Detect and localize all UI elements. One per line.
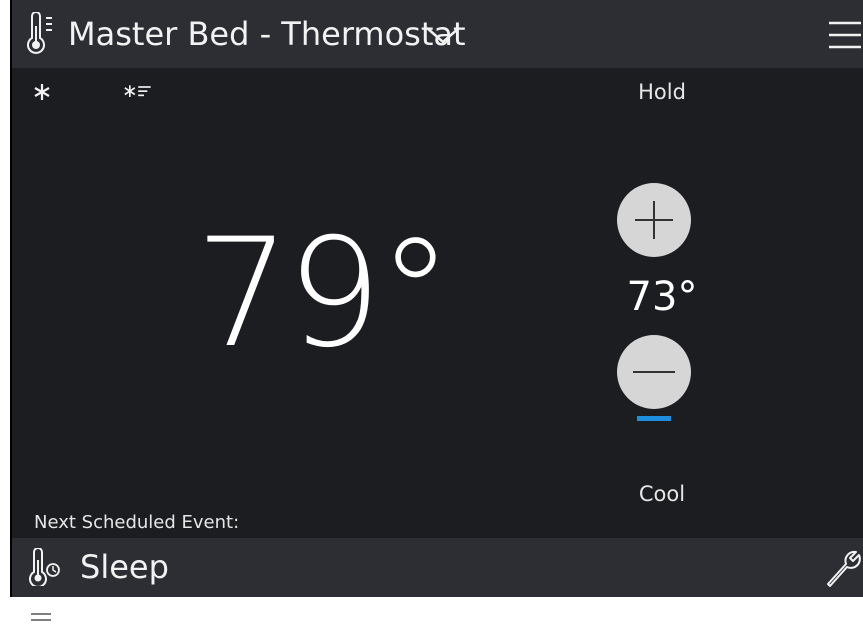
thermometer-schedule-icon xyxy=(29,548,60,586)
fan-icon[interactable] xyxy=(124,80,154,104)
chevron-down-icon[interactable] xyxy=(425,24,461,46)
setpoint-temperature: 73° xyxy=(626,274,698,320)
thermostat-panel: Master Bed - Thermostat Hold 79° 73° Coo… xyxy=(10,0,863,597)
drag-handle-icon[interactable] xyxy=(30,611,52,623)
thermometer-icon xyxy=(27,12,52,54)
header-bar: Master Bed - Thermostat xyxy=(12,0,863,68)
hamburger-menu-icon[interactable] xyxy=(828,20,862,50)
current-temperature: 79° xyxy=(195,207,453,381)
wrench-icon[interactable] xyxy=(822,546,862,588)
minus-icon xyxy=(633,371,675,373)
thermostat-selector-title[interactable]: Master Bed - Thermostat xyxy=(68,12,466,56)
scheduled-event-name: Sleep xyxy=(80,548,169,586)
bottom-strip xyxy=(0,597,863,637)
cool-indicator-bar xyxy=(637,416,671,421)
mode-label[interactable]: Cool xyxy=(602,482,722,506)
snowflake-icon[interactable] xyxy=(34,80,64,104)
plus-icon xyxy=(635,201,673,239)
scheduled-event-bar[interactable]: Sleep xyxy=(12,538,863,597)
decrease-setpoint-button[interactable] xyxy=(617,335,691,409)
increase-setpoint-button[interactable] xyxy=(617,183,691,257)
hold-button[interactable]: Hold xyxy=(602,80,722,104)
next-event-label: Next Scheduled Event: xyxy=(34,512,240,533)
